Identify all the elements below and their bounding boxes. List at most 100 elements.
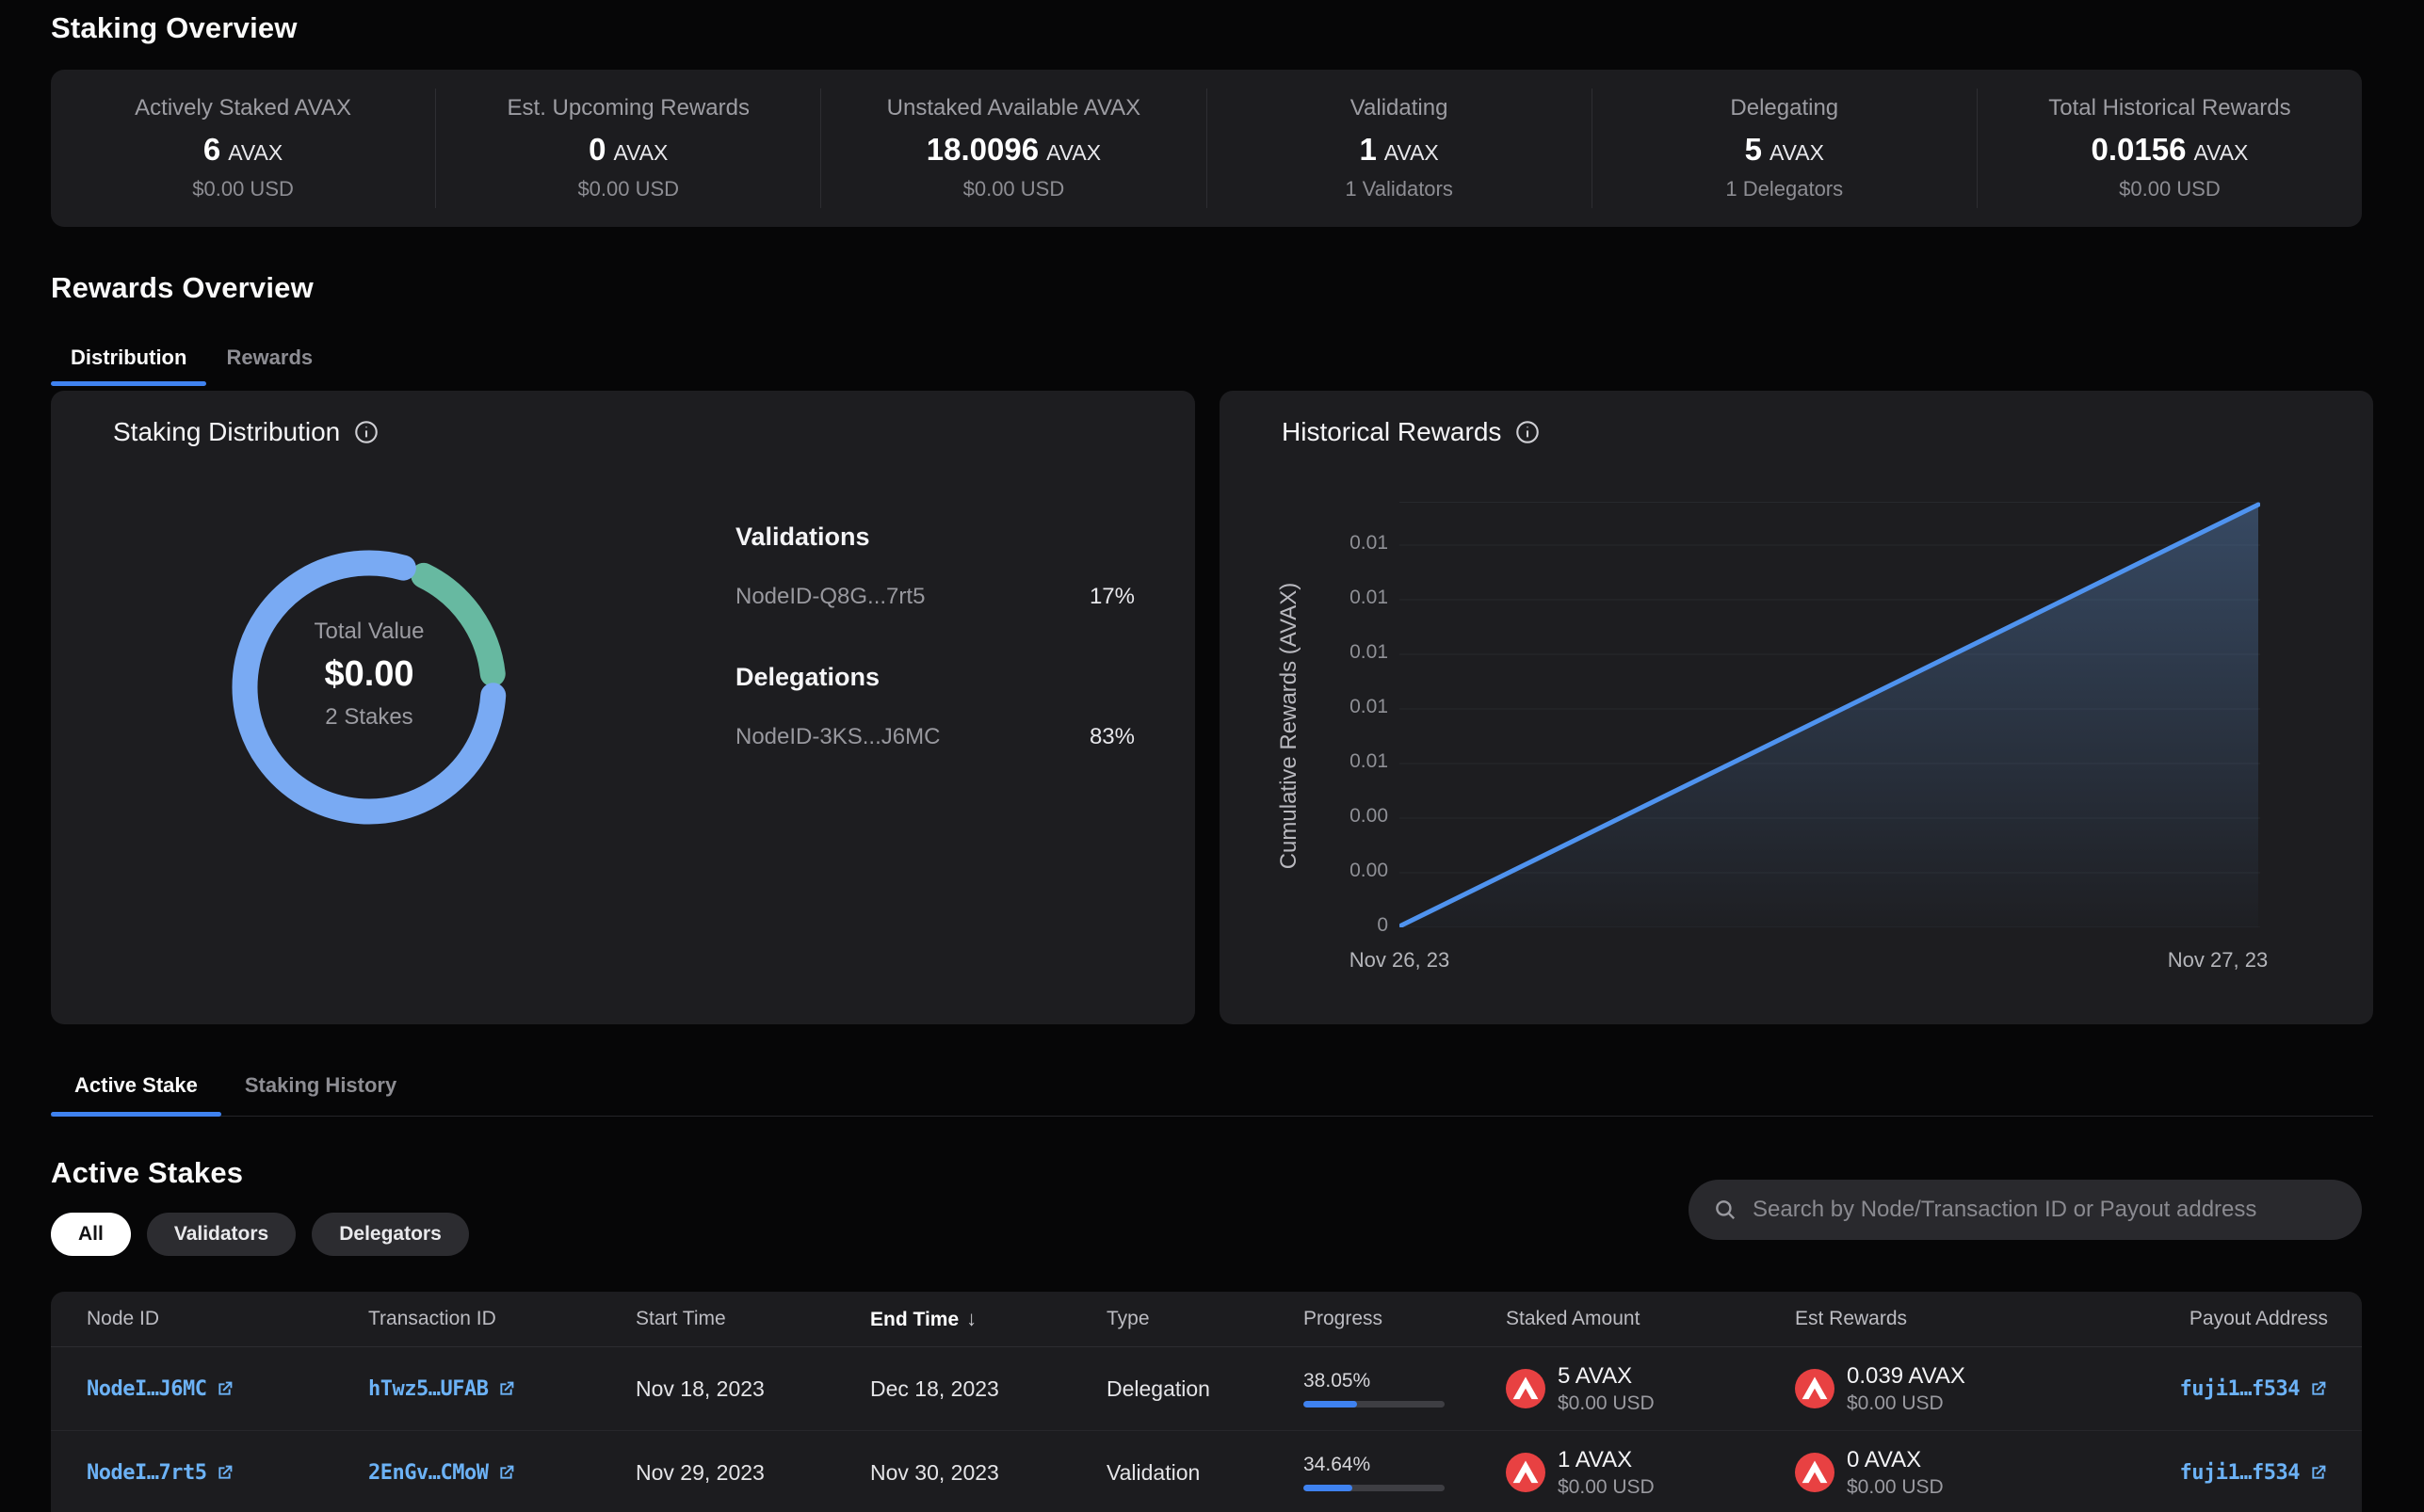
- stat-label: Est. Upcoming Rewards: [508, 95, 750, 121]
- stat-value: 0.0156AVAX: [2092, 134, 2249, 165]
- progress-bar: [1303, 1485, 1445, 1491]
- active-stakes-title: Active Stakes: [51, 1156, 243, 1190]
- stat-value: 0AVAX: [589, 134, 668, 165]
- column-header-type[interactable]: Type: [1107, 1308, 1303, 1330]
- stat-label: Total Historical Rewards: [2048, 95, 2290, 121]
- staking-overview-title: Staking Overview: [51, 11, 298, 45]
- filter-pill-delegators[interactable]: Delegators: [312, 1213, 469, 1256]
- stat-sub-value: $0.00 USD: [577, 177, 679, 201]
- sort-descending-icon: ↓: [966, 1307, 977, 1330]
- progress-cell: 38.05%: [1303, 1370, 1506, 1407]
- tab-active-stake[interactable]: Active Stake: [51, 1073, 221, 1116]
- transaction-id-text: 2EnGv…CMoW: [368, 1461, 488, 1485]
- column-header-staked-amount[interactable]: Staked Amount: [1506, 1308, 1795, 1330]
- payout-address-link[interactable]: fuji1…f534: [2180, 1377, 2328, 1401]
- search-input[interactable]: [1751, 1196, 2352, 1224]
- y-tick-label: 0.01: [1237, 750, 1388, 773]
- tab-label: Active Stake: [74, 1073, 198, 1097]
- stake-tabs: Active Stake Staking History: [51, 1073, 2373, 1117]
- stat-card-delegating: Delegating5AVAX1 Delegators: [1592, 88, 1977, 208]
- staking-distribution-title: Staking Distribution: [113, 417, 340, 447]
- table-row: NodeI…7rt52EnGv…CMoWNov 29, 2023Nov 30, …: [51, 1431, 2362, 1512]
- filter-pill-validators[interactable]: Validators: [147, 1213, 296, 1256]
- tab-label: Staking History: [245, 1073, 396, 1097]
- stat-label: Unstaked Available AVAX: [887, 95, 1141, 121]
- stake-type-cell: Delegation: [1107, 1376, 1303, 1402]
- y-tick-label: 0.01: [1237, 532, 1388, 555]
- node-id-link[interactable]: NodeI…J6MC: [87, 1377, 234, 1401]
- tab-label: Rewards: [226, 346, 313, 369]
- x-tick-label: Nov 27, 23: [2168, 948, 2268, 973]
- stat-card-unstaked-available-avax: Unstaked Available AVAX18.0096AVAX$0.00 …: [820, 88, 1205, 208]
- end-time-cell: Nov 30, 2023: [870, 1460, 1107, 1486]
- filter-pill-all[interactable]: All: [51, 1213, 131, 1256]
- column-header-payout-address[interactable]: Payout Address: [2190, 1308, 2328, 1330]
- tab-distribution[interactable]: Distribution: [51, 346, 206, 386]
- table-row: NodeI…J6MChTwz5…UFABNov 18, 2023Dec 18, …: [51, 1347, 2362, 1431]
- stat-card-total-historical-rewards: Total Historical Rewards 0.0156AVAX $0.00 …: [1977, 88, 2362, 208]
- est-rewards-usd: $0.00 USD: [1847, 1477, 1944, 1497]
- avax-token-icon: [1795, 1369, 1834, 1408]
- est-rewards-cell: 0 AVAX$0.00 USD: [1795, 1449, 2077, 1497]
- external-link-icon: [496, 1379, 516, 1399]
- column-header-progress[interactable]: Progress: [1303, 1308, 1506, 1330]
- legend-row: NodeID-3KS...J6MC83%: [735, 724, 1135, 750]
- legend-row: NodeID-Q8G...7rt517%: [735, 584, 1135, 610]
- donut-stakes-count: 2 Stakes: [228, 704, 510, 731]
- column-header-end-time[interactable]: End Time↓: [870, 1307, 1107, 1331]
- rewards-overview-title: Rewards Overview: [51, 271, 314, 305]
- stats-bar: Actively Staked AVAX6AVAX$0.00 USDEst. U…: [51, 70, 2362, 227]
- payout-address-link[interactable]: fuji1…f534: [2180, 1461, 2328, 1485]
- stat-value: 18.0096AVAX: [927, 134, 1101, 165]
- tab-rewards[interactable]: Rewards: [206, 346, 332, 386]
- stat-sub-value: $0.00 USD: [2119, 177, 2221, 201]
- stat-sub-value: $0.00 USD: [192, 177, 294, 201]
- stat-label: Delegating: [1730, 95, 1838, 121]
- external-link-icon: [215, 1379, 234, 1399]
- transaction-id-text: hTwz5…UFAB: [368, 1377, 488, 1401]
- progress-percentage: 38.05%: [1303, 1370, 1506, 1392]
- stat-value: 1AVAX: [1359, 134, 1438, 165]
- external-link-icon: [215, 1463, 234, 1483]
- tab-staking-history[interactable]: Staking History: [221, 1073, 420, 1116]
- stat-card-actively-staked-avax: Actively Staked AVAX 6AVAX $0.00 USD: [51, 88, 435, 208]
- stat-label: Validating: [1350, 95, 1448, 121]
- active-stakes-table: Node IDTransaction IDStart TimeEnd Time↓…: [51, 1292, 2362, 1512]
- legend-node-id: NodeID-3KS...J6MC: [735, 724, 940, 750]
- column-header-start-time[interactable]: Start Time: [636, 1308, 870, 1330]
- staking-distribution-card: Staking Distribution Total Value $0.00 2…: [51, 391, 1195, 1024]
- column-header-node-id[interactable]: Node ID: [87, 1308, 368, 1330]
- est-rewards-usd: $0.00 USD: [1847, 1393, 1965, 1413]
- y-tick-label: 0.00: [1237, 860, 1388, 882]
- progress-percentage: 34.64%: [1303, 1454, 1506, 1476]
- donut-total-label: Total Value: [228, 619, 510, 645]
- staked-amount-cell: 5 AVAX$0.00 USD: [1506, 1365, 1795, 1413]
- stat-value: 6AVAX: [203, 134, 283, 165]
- stake-filters: All Validators Delegators: [51, 1213, 469, 1256]
- stat-label: Actively Staked AVAX: [135, 95, 351, 121]
- stake-type-cell: Validation: [1107, 1460, 1303, 1486]
- transaction-id-link[interactable]: 2EnGv…CMoW: [368, 1461, 516, 1485]
- legend-group-validations: ValidationsNodeID-Q8G...7rt517%: [735, 523, 1135, 610]
- est-rewards-amount: 0.039 AVAX: [1847, 1365, 1965, 1388]
- historical-rewards-line-chart[interactable]: [1399, 502, 2260, 927]
- column-header-est-rewards[interactable]: Est Rewards: [1795, 1308, 2077, 1330]
- start-time-cell: Nov 18, 2023: [636, 1376, 870, 1402]
- transaction-id-link[interactable]: hTwz5…UFAB: [368, 1377, 516, 1401]
- search-bar: [1689, 1180, 2362, 1240]
- stat-value: 5AVAX: [1745, 134, 1824, 165]
- rewards-tabs: Distribution Rewards: [51, 337, 332, 386]
- y-tick-label: 0.01: [1237, 587, 1388, 609]
- column-header-transaction-id[interactable]: Transaction ID: [368, 1308, 636, 1330]
- staked-amount: 5 AVAX: [1558, 1365, 1655, 1388]
- staked-usd: $0.00 USD: [1558, 1477, 1655, 1497]
- staked-amount-cell: 1 AVAX$0.00 USD: [1506, 1449, 1795, 1497]
- payout-address-text: fuji1…f534: [2180, 1461, 2300, 1485]
- info-icon[interactable]: [1514, 419, 1541, 445]
- node-id-link[interactable]: NodeI…7rt5: [87, 1461, 234, 1485]
- search-icon: [1713, 1198, 1737, 1222]
- stat-card-est-upcoming-rewards: Est. Upcoming Rewards 0AVAX $0.00 USD: [435, 88, 820, 208]
- active-tab-underline: [51, 381, 206, 386]
- info-icon[interactable]: [353, 419, 380, 445]
- node-id-text: NodeI…J6MC: [87, 1377, 206, 1401]
